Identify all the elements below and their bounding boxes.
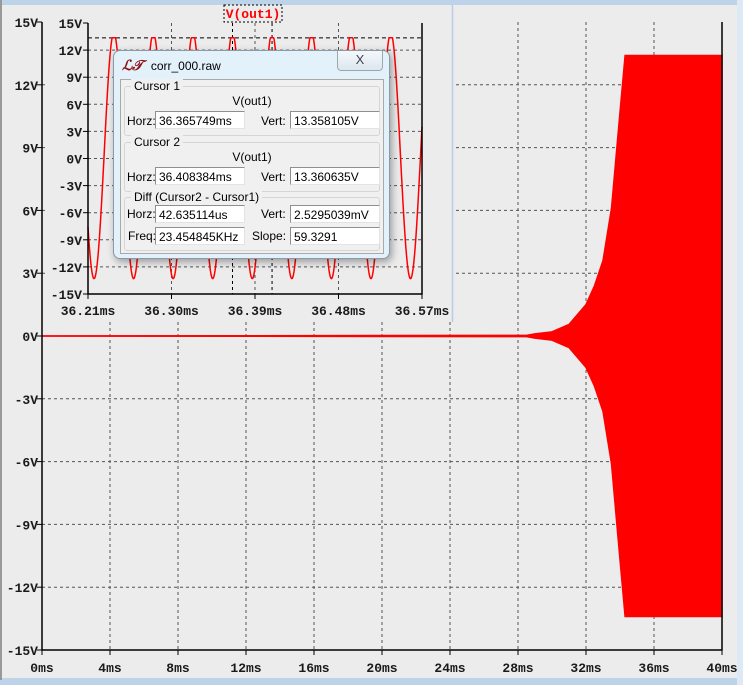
window-bottom-border — [0, 678, 743, 685]
inset-y-tick-label: -9V — [59, 234, 83, 249]
y-tick-label: 6V — [22, 204, 38, 219]
x-tick-label: 12ms — [230, 661, 261, 676]
inset-x-tick-label: 36.39ms — [228, 304, 283, 319]
inset-x-tick-label: 36.48ms — [311, 304, 366, 319]
inset-y-tick-label: -6V — [59, 207, 83, 222]
cursor1-vert-label: Vert: — [261, 114, 286, 128]
inset-y-tick-label: 0V — [66, 153, 82, 168]
diff-freq-field[interactable]: 23.454845KHz — [155, 227, 245, 245]
inset-y-tick-label: -12V — [51, 261, 82, 276]
cursor2-group: Cursor 2 V(out1) Horz: 36.408384ms Vert:… — [124, 135, 380, 192]
window-top-border — [0, 0, 743, 5]
diff-legend: Diff (Cursor2 - Cursor1) — [131, 190, 263, 204]
inset-y-tick-label: 12V — [59, 44, 83, 59]
y-tick-label: -15V — [7, 644, 38, 659]
inset-y-tick-label: -15V — [51, 288, 82, 303]
dialog-body: Cursor 1 V(out1) Horz: 36.365749ms Vert:… — [120, 79, 384, 254]
cursor1-horz-field[interactable]: 36.365749ms — [155, 111, 245, 129]
inset-y-tick-label: -3V — [59, 180, 83, 195]
inset-x-tick-label: 36.30ms — [144, 304, 199, 319]
y-tick-label: -12V — [7, 581, 38, 596]
window-left-border — [0, 0, 2, 680]
x-tick-label: 0ms — [30, 661, 54, 676]
diff-vert-label: Vert: — [261, 207, 286, 221]
y-tick-label: -6V — [15, 456, 39, 471]
diff-horz-field[interactable]: 42.635114us — [155, 205, 245, 223]
cursor1-group: Cursor 1 V(out1) Horz: 36.365749ms Vert:… — [124, 79, 380, 136]
inset-y-tick-label: 3V — [66, 125, 82, 140]
cursor2-vert-label: Vert: — [261, 170, 286, 184]
diff-slope-field[interactable]: 59.3291 — [290, 227, 380, 245]
cursor2-signal: V(out1) — [232, 150, 272, 164]
x-tick-label: 32ms — [570, 661, 601, 676]
y-tick-label: 9V — [22, 142, 38, 157]
diff-freq-label: Freq: — [128, 229, 157, 243]
y-tick-label: -9V — [15, 518, 39, 533]
diff-group: Diff (Cursor2 - Cursor1) Horz: 42.635114… — [124, 190, 380, 251]
diff-slope-label: Slope: — [252, 229, 287, 243]
x-tick-label: 24ms — [434, 661, 465, 676]
close-button[interactable]: X — [337, 51, 383, 71]
cursor1-vert-field[interactable]: 13.358105V — [290, 111, 380, 129]
x-tick-label: 16ms — [298, 661, 329, 676]
window-right-border — [737, 0, 743, 685]
cursor1-signal: V(out1) — [232, 94, 272, 108]
y-tick-label: 0V — [22, 330, 38, 345]
cursor2-vert-field[interactable]: 13.360635V — [290, 167, 380, 185]
inset-x-tick-label: 36.57ms — [395, 304, 450, 319]
x-tick-label: 8ms — [166, 661, 190, 676]
dialog-title-bar[interactable]: ℒ𝒯 corr_000.raw — [122, 57, 221, 75]
y-tick-label: 15V — [15, 16, 39, 31]
trace-label-v-out1: V(out1) — [226, 7, 281, 22]
cursor2-horz-label: Horz: — [127, 170, 156, 184]
x-tick-label: 28ms — [502, 661, 533, 676]
inset-y-tick-label: 6V — [66, 98, 82, 113]
dialog-title: corr_000.raw — [150, 59, 221, 73]
x-tick-label: 40ms — [706, 661, 737, 676]
lt-logo-icon: ℒ𝒯 — [122, 58, 143, 74]
x-tick-label: 4ms — [98, 661, 122, 676]
inset-x-tick-label: 36.21ms — [61, 304, 116, 319]
cursor2-legend: Cursor 2 — [131, 135, 184, 149]
inset-y-tick-label: 9V — [66, 71, 82, 86]
x-tick-label: 20ms — [366, 661, 397, 676]
cursor2-horz-field[interactable]: 36.408384ms — [155, 167, 245, 185]
cursor1-horz-label: Horz: — [127, 114, 156, 128]
cursor-dialog[interactable]: ℒ𝒯 corr_000.raw X Cursor 1 V(out1) Horz:… — [113, 50, 390, 259]
diff-horz-label: Horz: — [127, 207, 156, 221]
y-tick-label: -3V — [15, 393, 39, 408]
cursor1-legend: Cursor 1 — [131, 79, 184, 93]
y-tick-label: 3V — [22, 267, 38, 282]
inset-y-tick-label: 15V — [59, 17, 83, 32]
y-tick-label: 12V — [15, 79, 39, 94]
diff-vert-field[interactable]: 2.5295039mV — [290, 205, 380, 223]
x-tick-label: 36ms — [638, 661, 669, 676]
